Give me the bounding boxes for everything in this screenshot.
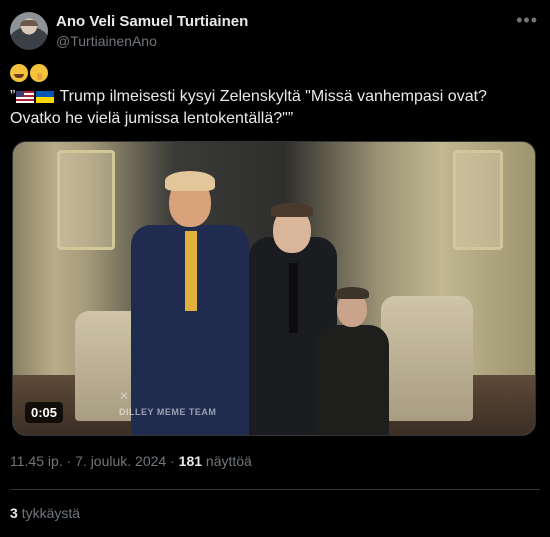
likes-label: tykkäystä <box>17 505 81 521</box>
person-right <box>317 285 389 435</box>
author-handle[interactable]: @TurtiainenAno <box>56 33 157 49</box>
meta-separator: · <box>62 453 76 469</box>
wall-panel <box>453 150 503 250</box>
video-watermark: DILLEY MEME TEAM <box>119 407 217 417</box>
quote-open: ” <box>10 88 16 105</box>
views-label: näyttöä <box>202 453 252 469</box>
emoji-line <box>10 62 535 86</box>
chair-right <box>381 296 473 421</box>
video-player[interactable]: ✕ DILLEY MEME TEAM 0:05 <box>12 141 536 436</box>
tweet-header: Ano Veli Samuel Turtiainen @TurtiainenAn… <box>10 10 540 54</box>
likes-summary[interactable]: 3 tykkäystä <box>10 505 80 521</box>
tweet-meta: 11.45 ip. · 7. jouluk. 2024 · 181 näyttö… <box>10 453 252 469</box>
divider <box>10 489 540 490</box>
us-flag-icon <box>16 90 35 103</box>
more-options-icon[interactable]: ••• <box>516 10 538 31</box>
shushing-face-emoji <box>30 63 48 82</box>
person-left <box>131 155 249 435</box>
wall-panel <box>57 150 115 250</box>
meta-separator: · <box>166 453 179 469</box>
video-duration: 0:05 <box>25 402 64 423</box>
tweet-time[interactable]: 11.45 ip. <box>10 453 63 469</box>
laughing-tears-emoji <box>10 63 28 82</box>
views-count: 181 <box>178 453 203 469</box>
tweet-line-2: Ovatko he vielä jumissa lentokentällä?"” <box>10 110 294 127</box>
avatar[interactable] <box>10 12 48 50</box>
tweet-line-1: Trump ilmeisesti kysyi Zelenskyltä "Miss… <box>55 88 487 105</box>
watermark-x-icon: ✕ <box>119 389 130 403</box>
ukraine-flag-icon <box>36 90 55 103</box>
likes-count: 3 <box>10 505 18 521</box>
tweet-date[interactable]: 7. jouluk. 2024 <box>75 453 166 469</box>
author-name[interactable]: Ano Veli Samuel Turtiainen <box>56 13 248 30</box>
tweet-text: ” Trump ilmeisesti kysyi Zelenskyltä "Mi… <box>10 62 535 130</box>
